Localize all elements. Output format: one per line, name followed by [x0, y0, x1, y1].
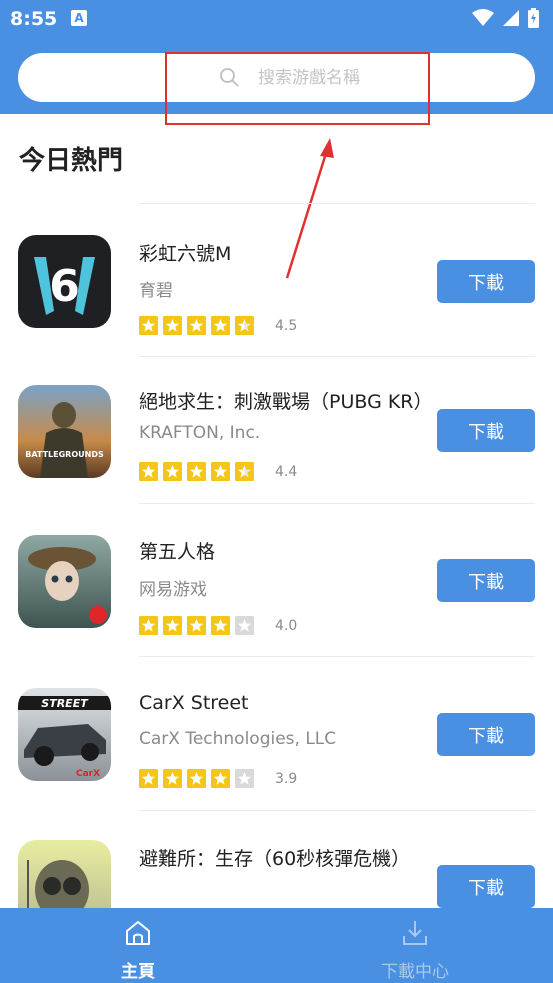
star-icon: [187, 768, 206, 788]
divider: [139, 203, 535, 204]
star-icon: [163, 615, 182, 635]
download-icon: [403, 921, 427, 945]
system-icons: [472, 8, 539, 28]
nav-item-home[interactable]: 主頁: [78, 908, 198, 983]
download-button[interactable]: 下載: [437, 713, 535, 756]
star-icon: [187, 315, 206, 335]
app-name[interactable]: 避難所：生存（60秒核彈危機）: [139, 844, 410, 871]
app-list-item[interactable]: 第五人格 网易游戏 4.0 下載: [0, 527, 553, 657]
carx-street-icon: STREET CarX: [18, 688, 111, 781]
nav-label: 主頁: [121, 962, 155, 982]
star-rating: [139, 768, 254, 788]
star-icon: [235, 768, 254, 788]
battery-icon: [528, 8, 539, 28]
star-icon: [163, 768, 182, 788]
divider: [139, 656, 535, 657]
app-developer: 育碧: [139, 281, 173, 301]
app-developer: KRAFTON, Inc.: [139, 423, 261, 443]
divider: [139, 503, 535, 504]
rating-value: 3.9: [275, 771, 298, 787]
download-button[interactable]: 下載: [437, 559, 535, 602]
star-icon: [139, 461, 158, 481]
shelter-survival-icon: [18, 840, 111, 908]
star-icon: [163, 315, 182, 335]
star-icon: [235, 615, 254, 635]
app-list-item[interactable]: 避難所：生存（60秒核彈危機） 下載: [0, 833, 553, 908]
status-bar: 8:55 A: [0, 0, 553, 40]
svg-text:6: 6: [49, 261, 80, 312]
divider: [139, 356, 535, 357]
star-icon: [211, 461, 230, 481]
star-icon: [187, 615, 206, 635]
nav-label: 下載中心: [381, 962, 449, 982]
download-button[interactable]: 下載: [437, 260, 535, 303]
star-rating: [139, 615, 254, 635]
download-button[interactable]: 下載: [437, 865, 535, 908]
bottom-navigation: 主頁 下載中心: [0, 908, 553, 983]
app-name[interactable]: CarX Street: [139, 692, 249, 714]
section-title: 今日熱門: [19, 146, 124, 176]
identity-v-icon: [18, 535, 111, 628]
annotation-highlight-box: [165, 52, 430, 125]
rating-value: 4.4: [275, 464, 298, 480]
rating-value: 4.0: [275, 618, 298, 634]
svg-text:BATTLEGROUNDS: BATTLEGROUNDS: [25, 450, 104, 459]
home-icon: [126, 921, 150, 945]
notification-a-icon: A: [71, 10, 87, 26]
nav-item-download-center[interactable]: 下載中心: [355, 908, 475, 983]
app-name[interactable]: 絕地求生：刺激戰場（PUBG KR）: [139, 387, 433, 414]
star-icon: [187, 461, 206, 481]
app-list-item[interactable]: STREET CarX CarX Street CarX Technologie…: [0, 680, 553, 810]
star-icon: [163, 461, 182, 481]
app-name[interactable]: 第五人格: [139, 537, 215, 564]
app-name[interactable]: 彩虹六號M: [139, 239, 231, 266]
star-icon: [139, 315, 158, 335]
svg-text:CarX: CarX: [76, 769, 100, 779]
star-icon: [139, 615, 158, 635]
star-icon: [235, 315, 254, 335]
wifi-icon: [472, 9, 494, 26]
rating-value: 4.5: [275, 318, 298, 334]
star-rating: [139, 461, 254, 481]
star-icon: [139, 768, 158, 788]
star-icon: [211, 615, 230, 635]
rainbow-six-logo-icon: 6: [18, 235, 111, 328]
divider: [139, 810, 535, 811]
star-icon: [235, 461, 254, 481]
app-developer: CarX Technologies, LLC: [139, 729, 337, 749]
star-icon: [211, 768, 230, 788]
download-button[interactable]: 下載: [437, 409, 535, 452]
svg-text:STREET: STREET: [41, 697, 89, 710]
status-time: 8:55: [10, 8, 58, 30]
app-list-item[interactable]: 6 彩虹六號M 育碧 4.5 下載: [0, 228, 553, 358]
signal-icon: [503, 10, 519, 26]
star-icon: [211, 315, 230, 335]
pubg-battlegrounds-icon: BATTLEGROUNDS: [18, 385, 111, 478]
star-rating: [139, 315, 254, 335]
app-list-item[interactable]: BATTLEGROUNDS 絕地求生：刺激戰場（PUBG KR） KRAFTON…: [0, 377, 553, 507]
app-developer: 网易游戏: [139, 580, 207, 600]
